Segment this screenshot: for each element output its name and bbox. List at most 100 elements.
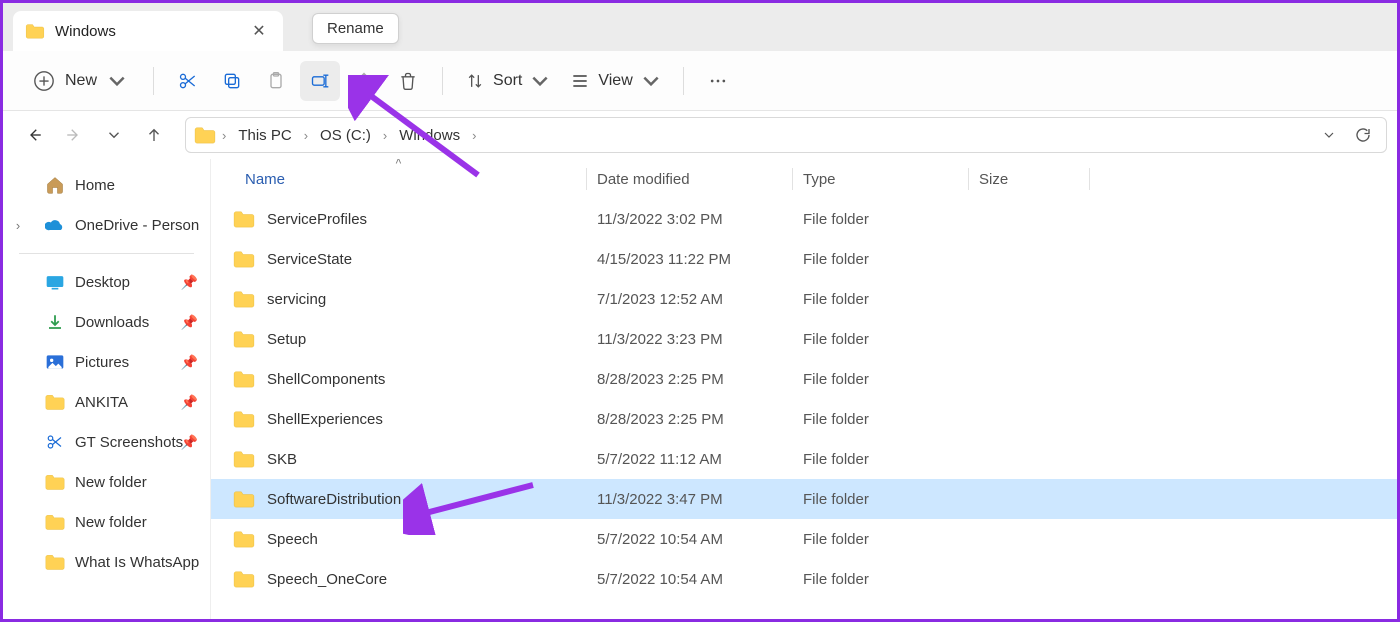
file-name: ShellComponents (267, 371, 385, 388)
sidebar-item[interactable]: ANKITA 📌 (3, 382, 210, 422)
arrow-up-icon (145, 126, 163, 144)
share-icon (354, 71, 374, 91)
table-row[interactable]: ShellExperiences 8/28/2023 2:25 PM File … (211, 399, 1397, 439)
sidebar-item[interactable]: Downloads 📌 (3, 302, 210, 342)
more-button[interactable] (698, 61, 738, 101)
file-date: 4/15/2023 11:22 PM (587, 251, 792, 268)
sidebar-item[interactable]: Pictures 📌 (3, 342, 210, 382)
file-name: SKB (267, 451, 297, 468)
sidebar-item[interactable]: New folder (3, 462, 210, 502)
sidebar-item[interactable]: GT Screenshots 📌 (3, 422, 210, 462)
sort-icon (465, 71, 485, 91)
chevron-down-icon (530, 71, 550, 91)
address-dropdown-button[interactable] (1314, 120, 1344, 150)
clipboard-icon (266, 71, 286, 91)
table-row[interactable]: servicing 7/1/2023 12:52 AM File folder (211, 279, 1397, 319)
table-row[interactable]: Setup 11/3/2022 3:23 PM File folder (211, 319, 1397, 359)
rename-button[interactable] (300, 61, 340, 101)
file-date: 8/28/2023 2:25 PM (587, 411, 792, 428)
column-date-header[interactable]: Date modified (587, 159, 792, 199)
copy-button[interactable] (212, 61, 252, 101)
recent-button[interactable] (97, 118, 131, 152)
chevron-right-icon[interactable]: › (9, 218, 27, 233)
separator (153, 67, 154, 95)
delete-button[interactable] (388, 61, 428, 101)
table-row[interactable]: SKB 5/7/2022 11:12 AM File folder (211, 439, 1397, 479)
folder-icon (45, 513, 65, 531)
chevron-right-icon[interactable]: › (220, 128, 228, 143)
share-button[interactable] (344, 61, 384, 101)
file-date: 5/7/2022 10:54 AM (587, 571, 792, 588)
arrow-right-icon (65, 126, 83, 144)
refresh-button[interactable] (1348, 120, 1378, 150)
column-size-header[interactable]: Size (969, 159, 1089, 199)
sidebar-item[interactable]: Desktop 📌 (3, 262, 210, 302)
folder-icon (233, 250, 255, 268)
up-button[interactable] (137, 118, 171, 152)
column-headers: ˄ Name Date modified Type Size (211, 159, 1397, 199)
file-name: Speech_OneCore (267, 571, 387, 588)
table-row[interactable]: Speech 5/7/2022 10:54 AM File folder (211, 519, 1397, 559)
sidebar-item-home[interactable]: Home (3, 165, 210, 205)
column-type-header[interactable]: Type (793, 159, 968, 199)
sidebar-item-onedrive[interactable]: › OneDrive - Person (3, 205, 210, 245)
table-row[interactable]: ServiceState 4/15/2023 11:22 PM File fol… (211, 239, 1397, 279)
back-button[interactable] (17, 118, 51, 152)
nav-row: › This PC › OS (C:) › Windows › (3, 111, 1397, 159)
separator (19, 253, 194, 254)
column-label: Date modified (597, 171, 690, 188)
folder-icon (194, 126, 216, 144)
column-label: Name (245, 171, 285, 188)
column-label: Type (803, 171, 836, 188)
folder-icon (25, 23, 45, 39)
file-type: File folder (793, 371, 968, 388)
table-row[interactable]: ServiceProfiles 11/3/2022 3:02 PM File f… (211, 199, 1397, 239)
sidebar-item-label: New folder (75, 514, 147, 531)
file-date: 11/3/2022 3:23 PM (587, 331, 792, 348)
table-row[interactable]: Speech_OneCore 5/7/2022 10:54 AM File fo… (211, 559, 1397, 599)
chevron-right-icon[interactable]: › (302, 128, 310, 143)
sidebar-item-label: Home (75, 177, 115, 194)
pin-icon: 📌 (181, 274, 198, 291)
breadcrumb-os-c[interactable]: OS (C:) (314, 125, 377, 146)
tab-strip: Windows ✕ (3, 3, 1397, 51)
file-name: ServiceState (267, 251, 352, 268)
sidebar-item[interactable]: New folder (3, 502, 210, 542)
file-type: File folder (793, 411, 968, 428)
pin-icon: 📌 (181, 354, 198, 371)
tab-windows[interactable]: Windows ✕ (13, 11, 283, 51)
toolbar: New Sort View (3, 51, 1397, 111)
refresh-icon (1354, 126, 1372, 144)
address-bar[interactable]: › This PC › OS (C:) › Windows › (185, 117, 1387, 153)
chevron-right-icon[interactable]: › (470, 128, 478, 143)
file-type: File folder (793, 211, 968, 228)
paste-button[interactable] (256, 61, 296, 101)
table-row[interactable]: SoftwareDistribution 11/3/2022 3:47 PM F… (211, 479, 1397, 519)
folder-icon (233, 490, 255, 508)
forward-button[interactable] (57, 118, 91, 152)
sidebar-item-label: OneDrive - Person (75, 217, 199, 234)
folder-icon (233, 570, 255, 588)
view-button[interactable]: View (562, 61, 668, 101)
rename-tooltip: Rename (312, 13, 399, 44)
table-row[interactable]: ShellComponents 8/28/2023 2:25 PM File f… (211, 359, 1397, 399)
file-date: 5/7/2022 10:54 AM (587, 531, 792, 548)
arrow-left-icon (25, 126, 43, 144)
file-name: ServiceProfiles (267, 211, 367, 228)
sidebar-item[interactable]: What Is WhatsApp (3, 542, 210, 582)
sort-label: Sort (493, 72, 522, 90)
new-button[interactable]: New (21, 61, 139, 101)
new-label: New (65, 72, 97, 90)
sidebar-item-label: Downloads (75, 314, 149, 331)
copy-icon (222, 71, 242, 91)
tab-close-button[interactable]: ✕ (247, 19, 271, 43)
column-name-header[interactable]: ˄ Name (211, 159, 586, 199)
cut-button[interactable] (168, 61, 208, 101)
sort-button[interactable]: Sort (457, 61, 558, 101)
breadcrumb-this-pc[interactable]: This PC (232, 125, 297, 146)
chevron-right-icon[interactable]: › (381, 128, 389, 143)
view-icon (570, 71, 590, 91)
separator (683, 67, 684, 95)
chevron-down-icon (641, 71, 661, 91)
breadcrumb-windows[interactable]: Windows (393, 125, 466, 146)
